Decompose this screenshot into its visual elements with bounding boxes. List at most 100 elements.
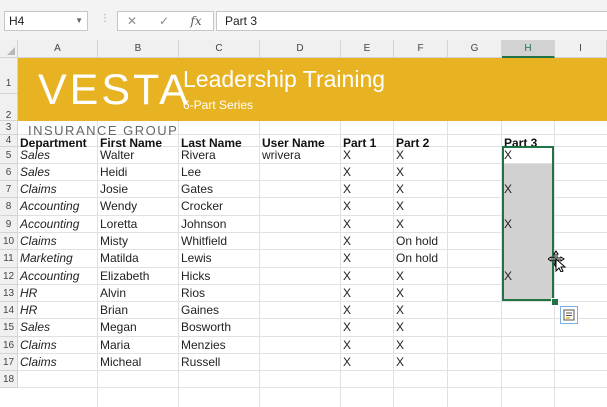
cancel-icon[interactable]: ✕: [120, 13, 144, 30]
row-header-5[interactable]: 5: [0, 147, 18, 164]
row-header-16[interactable]: 16: [0, 337, 18, 354]
table-cell[interactable]: X: [341, 164, 394, 181]
table-cell[interactable]: Accounting: [18, 268, 98, 285]
table-cell[interactable]: Gates: [179, 181, 260, 198]
row-header-14[interactable]: 14: [0, 302, 18, 319]
table-cell[interactable]: Crocker: [179, 198, 260, 215]
table-cell[interactable]: Megan: [98, 319, 179, 336]
table-cell[interactable]: Lewis: [179, 250, 260, 267]
table-cell[interactable]: X: [394, 302, 448, 319]
row-header-6[interactable]: 6: [0, 164, 18, 181]
table-cell[interactable]: Hicks: [179, 268, 260, 285]
row-header-8[interactable]: 8: [0, 198, 18, 216]
table-cell[interactable]: X: [341, 337, 394, 354]
table-cell[interactable]: Heidi: [98, 164, 179, 181]
table-cell[interactable]: X: [394, 337, 448, 354]
table-cell[interactable]: Sales: [18, 164, 98, 181]
table-cell[interactable]: X: [341, 250, 394, 267]
row-header-11[interactable]: 11: [0, 250, 18, 268]
selection-range[interactable]: [502, 146, 554, 301]
grip-icon[interactable]: ⋮: [100, 13, 110, 24]
insert-function-button[interactable]: fx: [184, 13, 208, 30]
table-cell[interactable]: On hold: [394, 233, 448, 250]
column-header-a[interactable]: A: [18, 40, 98, 58]
column-header-f[interactable]: F: [394, 40, 448, 58]
column-header-i[interactable]: I: [555, 40, 607, 58]
chevron-down-icon[interactable]: ▼: [75, 12, 83, 30]
table-cell[interactable]: Marketing: [18, 250, 98, 267]
formula-input[interactable]: Part 3: [216, 11, 607, 31]
table-cell[interactable]: X: [341, 319, 394, 336]
table-cell[interactable]: Rios: [179, 285, 260, 302]
table-cell[interactable]: Accounting: [18, 198, 98, 215]
table-cell[interactable]: Bosworth: [179, 319, 260, 336]
table-cell[interactable]: X: [341, 147, 394, 164]
table-cell[interactable]: Lee: [179, 164, 260, 181]
table-cell[interactable]: X: [341, 285, 394, 302]
table-cell[interactable]: Elizabeth: [98, 268, 179, 285]
fill-handle[interactable]: [551, 298, 559, 306]
row-header-13[interactable]: 13: [0, 285, 18, 302]
table-cell[interactable]: Walter: [98, 147, 179, 164]
enter-icon[interactable]: ✓: [152, 13, 176, 30]
row-header-10[interactable]: 10: [0, 233, 18, 250]
table-cell[interactable]: X: [341, 302, 394, 319]
table-cell[interactable]: Rivera: [179, 147, 260, 164]
select-all-button[interactable]: [0, 40, 18, 58]
table-cell[interactable]: X: [394, 181, 448, 198]
row-header-1[interactable]: 1: [0, 58, 18, 94]
table-cell[interactable]: X: [394, 354, 448, 371]
table-cell[interactable]: Gaines: [179, 302, 260, 319]
table-cell[interactable]: Whitfield: [179, 233, 260, 250]
table-cell[interactable]: Sales: [18, 147, 98, 164]
column-header-c[interactable]: C: [179, 40, 260, 58]
table-cell[interactable]: Claims: [18, 337, 98, 354]
table-cell[interactable]: Accounting: [18, 216, 98, 233]
table-cell[interactable]: Loretta: [98, 216, 179, 233]
column-header-b[interactable]: B: [98, 40, 179, 58]
table-cell[interactable]: Wendy: [98, 198, 179, 215]
column-header-e[interactable]: E: [341, 40, 394, 58]
table-cell[interactable]: Sales: [18, 319, 98, 336]
row-header-3[interactable]: 3: [0, 121, 18, 135]
table-cell[interactable]: X: [341, 198, 394, 215]
row-header-17[interactable]: 17: [0, 354, 18, 371]
table-cell[interactable]: Matilda: [98, 250, 179, 267]
table-cell[interactable]: Josie: [98, 181, 179, 198]
table-cell[interactable]: X: [394, 319, 448, 336]
row-header-7[interactable]: 7: [0, 181, 18, 198]
row-header-15[interactable]: 15: [0, 319, 18, 337]
table-cell[interactable]: Misty: [98, 233, 179, 250]
table-cell[interactable]: X: [394, 268, 448, 285]
column-header-d[interactable]: D: [260, 40, 341, 58]
row-header-2[interactable]: 2: [0, 94, 18, 121]
row-header-9[interactable]: 9: [0, 216, 18, 233]
table-cell[interactable]: X: [394, 216, 448, 233]
row-header-18[interactable]: 18: [0, 371, 18, 388]
column-header-g[interactable]: G: [448, 40, 502, 58]
table-cell[interactable]: X: [341, 354, 394, 371]
table-cell[interactable]: X: [394, 147, 448, 164]
table-cell[interactable]: wrivera: [260, 147, 341, 164]
table-cell[interactable]: X: [341, 233, 394, 250]
table-cell[interactable]: X: [394, 198, 448, 215]
table-cell[interactable]: X: [341, 216, 394, 233]
table-cell[interactable]: X: [341, 268, 394, 285]
table-cell[interactable]: Micheal: [98, 354, 179, 371]
table-cell[interactable]: X: [341, 181, 394, 198]
table-cell[interactable]: X: [394, 285, 448, 302]
table-cell[interactable]: Alvin: [98, 285, 179, 302]
table-cell[interactable]: On hold: [394, 250, 448, 267]
table-cell[interactable]: Claims: [18, 181, 98, 198]
table-cell[interactable]: Claims: [18, 233, 98, 250]
column-header-h[interactable]: H: [502, 40, 555, 58]
row-header-4[interactable]: 4: [0, 135, 18, 147]
name-box[interactable]: H4 ▼: [4, 11, 88, 31]
table-cell[interactable]: X: [394, 164, 448, 181]
table-cell[interactable]: Johnson: [179, 216, 260, 233]
table-cell[interactable]: Claims: [18, 354, 98, 371]
table-cell[interactable]: Maria: [98, 337, 179, 354]
table-cell[interactable]: HR: [18, 302, 98, 319]
table-cell[interactable]: Russell: [179, 354, 260, 371]
quick-analysis-button[interactable]: [560, 306, 578, 324]
